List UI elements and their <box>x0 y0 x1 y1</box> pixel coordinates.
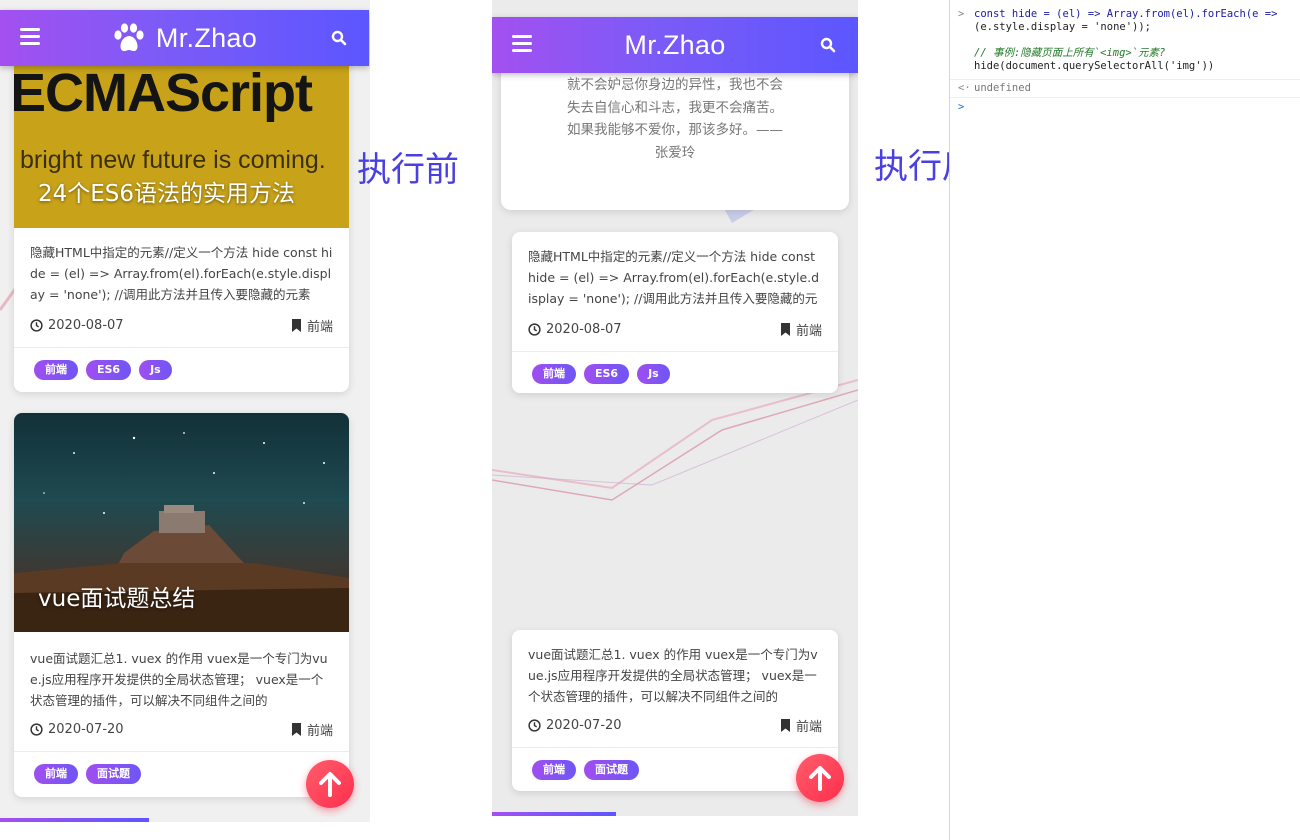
article-date: 2020-08-07 <box>48 317 124 333</box>
arrow-up-icon <box>809 766 831 791</box>
console-prompt[interactable]: > <box>950 98 1300 113</box>
console-output-entry: <· undefined <box>950 80 1300 98</box>
console-code-line: > const hide = (el) => Array.from(el).for… <box>950 8 1300 21</box>
search-icon[interactable] <box>331 30 347 46</box>
tag-list: 前端 面试题 <box>512 748 838 791</box>
quote-line: 张爱玲 <box>654 144 696 161</box>
brand-name: Mr.Zhao <box>624 29 726 60</box>
article-excerpt: 隐藏HTML中指定的元素//定义一个方法 hide const hide = (… <box>528 249 820 306</box>
tag[interactable]: 前端 <box>34 360 78 380</box>
quote-line: 如果我能够不爱你，那该多好。—— <box>567 122 783 138</box>
menu-icon[interactable] <box>20 28 40 46</box>
clock-icon <box>30 318 43 332</box>
tag[interactable]: 前端 <box>34 764 78 784</box>
reading-progress-bar <box>492 812 616 816</box>
bookmark-icon <box>780 718 790 732</box>
article-card[interactable]: 隐藏HTML中指定的元素//定义一个方法 hide const hide = (… <box>512 232 838 393</box>
article-card[interactable]: ECMAScript bright new future is coming. … <box>14 40 349 392</box>
tag[interactable]: Js <box>139 360 172 380</box>
quote-line: 就不会妒忌你身边的异性，我也不会 <box>567 77 783 93</box>
article-category[interactable]: 前端 <box>307 316 333 335</box>
article-category[interactable]: 前端 <box>796 320 822 339</box>
tag[interactable]: 面试题 <box>86 764 141 784</box>
output-text: undefined <box>974 82 1031 94</box>
brand[interactable]: Mr.Zhao <box>112 22 257 54</box>
return-arrow-icon: <· <box>958 82 971 94</box>
code-text: const hide = (el) => Array.from(el).forE… <box>974 8 1278 20</box>
tag[interactable]: Js <box>637 364 670 384</box>
code-text: (e.style.display = 'none')); <box>974 21 1152 33</box>
clock-icon <box>528 718 541 732</box>
console-code-line: (e.style.display = 'none')); <box>950 21 1300 34</box>
brand-name: Mr.Zhao <box>155 22 258 53</box>
back-to-top-button[interactable] <box>796 754 844 802</box>
article-excerpt: vue面试题汇总1. vuex 的作用 vuex是一个专门为vue.js应用程序… <box>30 651 328 708</box>
article-date: 2020-07-20 <box>48 721 124 737</box>
code-text: hide(document.querySelectorAll('img')) <box>974 60 1215 72</box>
article-cover[interactable]: vue面试题总结 <box>14 413 349 632</box>
site-header: Mr.Zhao <box>0 10 369 66</box>
cover-big-text: ECMAScript <box>14 63 313 123</box>
brand[interactable]: Mr.Zhao <box>624 30 725 61</box>
cover-sub-text: bright new future is coming. <box>20 146 326 174</box>
article-excerpt: vue面试题汇总1. vuex 的作用 vuex是一个专门为vue.js应用程序… <box>528 647 818 704</box>
prompt-chevron-icon: > <box>958 8 965 20</box>
tag-list: 前端 ES6 Js <box>14 348 349 392</box>
clock-icon <box>528 322 541 336</box>
code-comment: // 事例:隐藏页面上所有`<img>`元素? <box>974 47 1166 59</box>
tag[interactable]: 前端 <box>532 760 576 780</box>
paw-icon <box>114 23 144 52</box>
cover-title: 24个ES6语法的实用方法 <box>38 181 296 207</box>
bookmark-icon <box>780 322 790 336</box>
tag[interactable]: ES6 <box>584 364 630 384</box>
clock-icon <box>30 722 43 736</box>
menu-icon[interactable] <box>512 35 532 53</box>
article-category[interactable]: 前端 <box>307 720 333 739</box>
reading-progress-bar <box>0 818 149 822</box>
article-excerpt: 隐藏HTML中指定的元素//定义一个方法 hide const hide = (… <box>30 245 333 302</box>
article-date: 2020-07-20 <box>546 717 622 733</box>
article-meta: 2020-08-07 前端 <box>14 315 349 335</box>
tag-list: 前端 面试题 <box>14 752 349 796</box>
prompt-chevron-icon: > <box>958 101 965 113</box>
phone-before: Mr.Zhao ECMAScript bright new future is … <box>0 0 370 822</box>
tag-list: 前端 ES6 Js <box>512 352 838 393</box>
arrow-up-icon <box>319 772 341 797</box>
devtools-console: > const hide = (el) => Array.from(el).for… <box>949 0 1300 840</box>
tag[interactable]: 前端 <box>532 364 576 384</box>
back-to-top-button[interactable] <box>306 760 354 808</box>
site-header: Mr.Zhao <box>492 17 858 73</box>
article-meta: 2020-07-20 前端 <box>14 719 349 739</box>
console-output-line: <· undefined <box>950 82 1300 95</box>
phone-after: Mr.Zhao 就不会妒忌你身边的异性，我也不会 失去自信心和斗志，我更不会痛苦… <box>492 0 858 816</box>
bookmark-icon <box>291 722 301 736</box>
article-date: 2020-08-07 <box>546 321 622 337</box>
console-input-entry: > const hide = (el) => Array.from(el).for… <box>950 0 1300 80</box>
tag[interactable]: 面试题 <box>584 760 639 780</box>
article-meta: 2020-08-07 前端 <box>512 319 838 339</box>
tag[interactable]: ES6 <box>86 360 132 380</box>
article-category[interactable]: 前端 <box>796 716 822 735</box>
article-card[interactable]: vue面试题汇总1. vuex 的作用 vuex是一个专门为vue.js应用程序… <box>512 630 838 791</box>
search-icon[interactable] <box>820 37 836 53</box>
article-cover[interactable]: ECMAScript bright new future is coming. … <box>14 40 349 228</box>
quote-line: 失去自信心和斗志，我更不会痛苦。 <box>567 99 783 116</box>
console-code-line: hide(document.querySelectorAll('img')) <box>950 60 1300 73</box>
cover-title: vue面试题总结 <box>38 586 196 612</box>
bookmark-icon <box>291 318 301 332</box>
article-meta: 2020-07-20 前端 <box>512 715 838 735</box>
caption-before: 执行前 <box>357 150 459 190</box>
article-card[interactable]: vue面试题总结 vue面试题汇总1. vuex 的作用 vuex是一个专门为v… <box>14 413 349 797</box>
console-comment-line: // 事例:隐藏页面上所有`<img>`元素? <box>950 47 1300 60</box>
